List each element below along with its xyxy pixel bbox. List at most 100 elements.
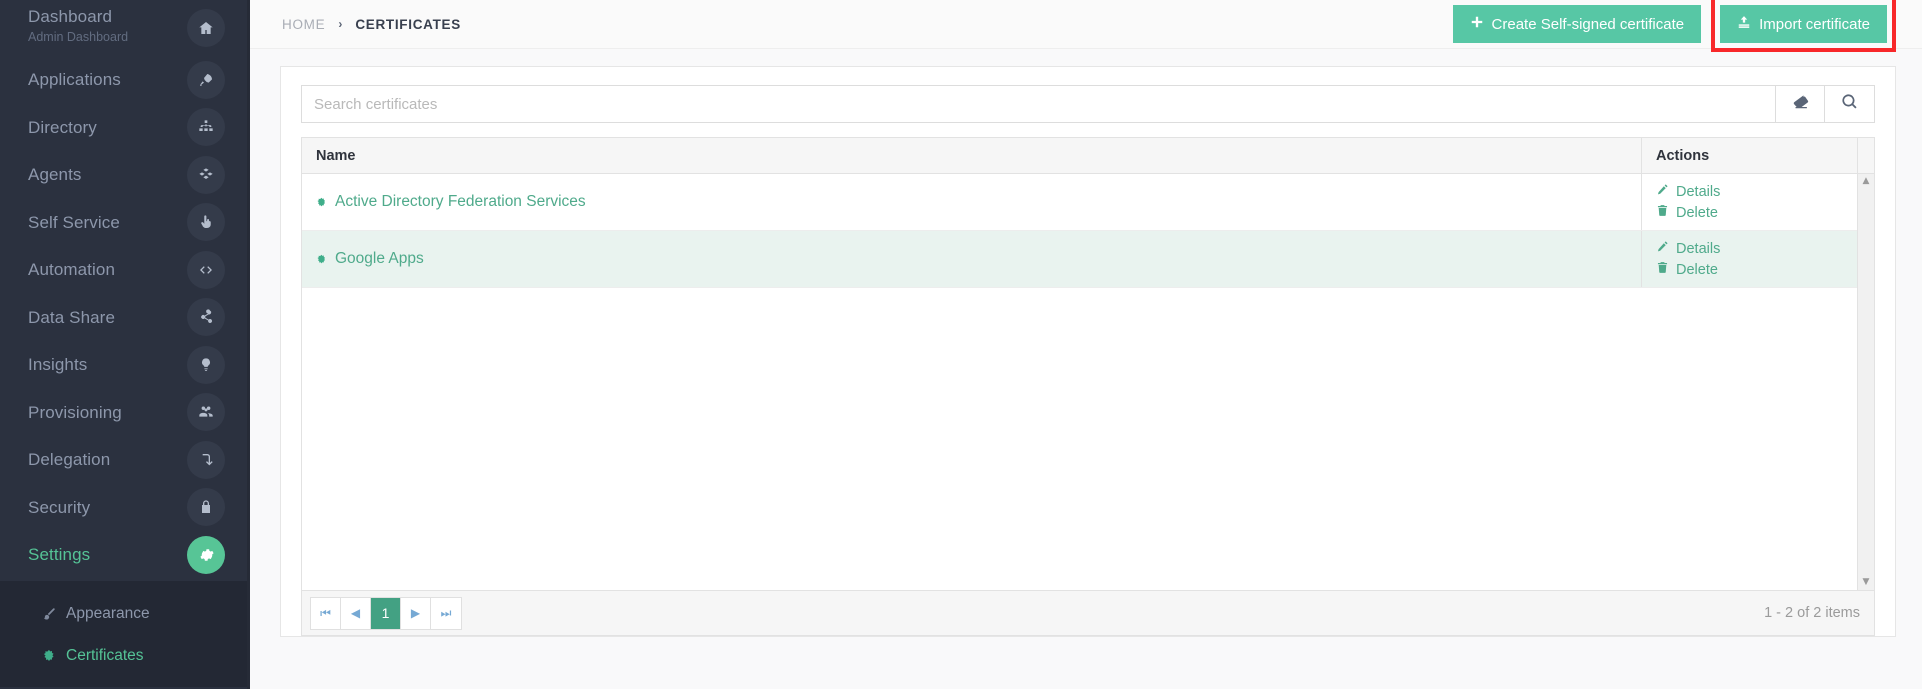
pager-last-button[interactable]: ⏭: [431, 597, 461, 629]
topbar: HOME › CERTIFICATES Create Self-signed c…: [250, 0, 1922, 52]
create-self-signed-certificate-button[interactable]: Create Self-signed certificate: [1452, 5, 1702, 43]
sidebar-item-delegation-label: Delegation: [28, 450, 111, 470]
certificates-card: Name Actions Active Directory Federation…: [280, 66, 1896, 637]
caret-down-icon[interactable]: ▼: [1863, 578, 1870, 587]
sidebar-item-automation-label: Automation: [28, 260, 115, 280]
trash-icon: [1656, 261, 1669, 278]
sidebar-subitem-certificates[interactable]: Certificates: [0, 635, 247, 677]
lightbulb-icon: [187, 345, 225, 384]
content-area: Name Actions Active Directory Federation…: [250, 49, 1922, 637]
sidebar-item-insights[interactable]: Insights ‹: [0, 341, 247, 389]
pencil-icon: [1656, 240, 1669, 257]
gear-icon: [187, 535, 225, 574]
table-row[interactable]: Google Apps Details Delete: [302, 231, 1857, 288]
import-certificate-button[interactable]: Import certificate: [1720, 5, 1887, 43]
table-row[interactable]: Active Directory Federation Services Det…: [302, 174, 1857, 231]
main-area: HOME › CERTIFICATES Create Self-signed c…: [250, 0, 1922, 689]
sidebar-item-self-service[interactable]: Self Service ‹: [0, 199, 247, 247]
sidebar-item-agents[interactable]: Agents: [0, 151, 247, 199]
search-input[interactable]: [301, 85, 1775, 123]
sidebar-item-settings[interactable]: Settings ⌄: [0, 531, 247, 579]
delete-link[interactable]: Delete: [1656, 261, 1857, 278]
certificates-grid: Name Actions Active Directory Federation…: [301, 137, 1875, 636]
details-label: Details: [1676, 240, 1721, 257]
sidebar-item-directory[interactable]: Directory ‹: [0, 104, 247, 152]
pager-prev-button[interactable]: ◀: [341, 597, 371, 629]
sidebar-item-security-label: Security: [28, 497, 91, 517]
details-link[interactable]: Details: [1656, 183, 1857, 200]
arrow-turn-down-icon: [187, 440, 225, 479]
code-icon: [187, 250, 225, 289]
pager-next-button[interactable]: ▶: [401, 597, 431, 629]
grid-header-row: Name Actions: [302, 137, 1874, 174]
sidebar-item-data-share[interactable]: Data Share: [0, 294, 247, 342]
details-link[interactable]: Details: [1656, 240, 1857, 257]
grid-vertical-scrollbar[interactable]: ▲ ▼: [1857, 174, 1874, 590]
sidebar-item-automation[interactable]: Automation ‹: [0, 246, 247, 294]
sidebar-item-delegation[interactable]: Delegation ‹: [0, 436, 247, 484]
sidebar-item-delegation-text: Delegation: [28, 449, 214, 470]
grid-header-scroll-pad: [1857, 137, 1874, 174]
column-header-name[interactable]: Name: [302, 148, 1641, 164]
search-row: [301, 85, 1875, 123]
certificate-icon: [40, 649, 58, 663]
sidebar-item-provisioning-text: Provisioning: [28, 402, 214, 423]
breadcrumb: HOME › CERTIFICATES: [282, 17, 461, 32]
cell-actions: Details Delete: [1641, 174, 1857, 230]
cubes-icon: [187, 155, 225, 194]
delete-link[interactable]: Delete: [1656, 204, 1857, 221]
sidebar-item-security-text: Security: [28, 497, 214, 518]
clear-search-button[interactable]: [1775, 85, 1825, 123]
breadcrumb-home[interactable]: HOME: [282, 17, 325, 32]
sidebar-item-insights-label: Insights: [28, 355, 88, 375]
certificate-name-label: Active Directory Federation Services: [335, 193, 586, 210]
rocket-icon: [187, 60, 225, 99]
topbar-actions: Create Self-signed certificate Import ce…: [1452, 0, 1896, 52]
sidebar-item-settings-label: Settings: [28, 545, 91, 565]
magnifier-icon: [1841, 93, 1858, 115]
delete-label: Delete: [1676, 261, 1718, 278]
caret-up-icon[interactable]: ▲: [1863, 177, 1870, 186]
grid-footer: ⏮ ◀ 1 ▶ ⏭ 1 - 2 of 2 items: [302, 590, 1874, 635]
sidebar-item-applications-label: Applications: [28, 70, 121, 90]
sidebar-item-settings-text: Settings: [28, 544, 208, 565]
sidebar-item-insights-text: Insights: [28, 354, 214, 375]
hand-pointer-icon: [187, 203, 225, 242]
pager-first-button[interactable]: ⏮: [311, 597, 341, 629]
certificate-icon: [316, 254, 327, 265]
sidebar-nav: Dashboard Admin Dashboard Applications ‹…: [0, 0, 247, 579]
sidebar-subitem-certificates-label: Certificates: [66, 646, 144, 664]
sidebar-item-self-service-text: Self Service: [28, 212, 214, 233]
cell-name[interactable]: Active Directory Federation Services: [302, 174, 1641, 230]
column-header-actions: Actions: [1641, 137, 1857, 174]
sidebar: Dashboard Admin Dashboard Applications ‹…: [0, 0, 250, 689]
sidebar-subitem-appearance[interactable]: Appearance: [0, 593, 247, 635]
breadcrumb-current: CERTIFICATES: [355, 16, 461, 32]
trash-icon: [1656, 204, 1669, 221]
pencil-icon: [1656, 183, 1669, 200]
search-button[interactable]: [1825, 85, 1875, 123]
pager-page-1[interactable]: 1: [371, 597, 401, 629]
import-certificate-label: Import certificate: [1759, 15, 1870, 33]
sidebar-item-dashboard[interactable]: Dashboard Admin Dashboard: [0, 0, 247, 56]
pager-info-label: 1 - 2 of 2 items: [1764, 605, 1860, 621]
certificate-icon: [316, 197, 327, 208]
grid-rows: Active Directory Federation Services Det…: [302, 174, 1857, 590]
share-icon: [187, 298, 225, 337]
sidebar-item-provisioning-label: Provisioning: [28, 402, 122, 422]
eraser-icon: [1792, 93, 1809, 115]
sidebar-item-security[interactable]: Security ‹: [0, 484, 247, 532]
sidebar-item-applications[interactable]: Applications ‹: [0, 56, 247, 104]
create-self-signed-certificate-label: Create Self-signed certificate: [1491, 15, 1685, 33]
upload-icon: [1737, 15, 1751, 33]
sidebar-item-directory-text: Directory: [28, 117, 214, 138]
sidebar-submenu-settings: Appearance Certificates: [0, 580, 247, 687]
sidebar-item-self-service-label: Self Service: [28, 212, 120, 232]
paintbrush-icon: [40, 607, 58, 621]
certificate-name-label: Google Apps: [335, 250, 424, 267]
sidebar-item-provisioning[interactable]: Provisioning ‹: [0, 389, 247, 437]
import-certificate-highlight: Import certificate: [1711, 0, 1896, 52]
cell-name[interactable]: Google Apps: [302, 231, 1641, 287]
home-icon: [187, 9, 225, 47]
sidebar-item-applications-text: Applications: [28, 69, 214, 90]
